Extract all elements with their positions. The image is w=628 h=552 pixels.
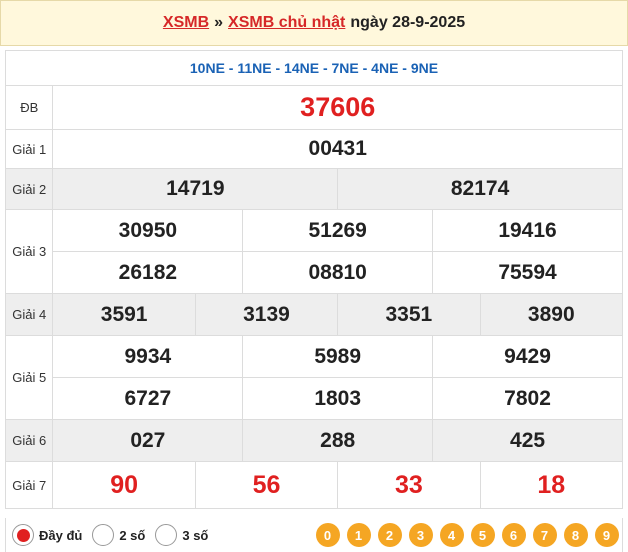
digit-button-5[interactable]: 5 bbox=[470, 523, 495, 547]
prize-number: 3139 bbox=[194, 293, 339, 336]
breadcrumb-separator: » bbox=[214, 14, 224, 31]
draw-date: ngày 28-9-2025 bbox=[350, 14, 466, 31]
digit-button-8[interactable]: 8 bbox=[563, 523, 588, 547]
prize-number: 56 bbox=[194, 461, 339, 509]
prize-number: 26182 bbox=[52, 251, 244, 294]
prize-number: 19416 bbox=[432, 209, 623, 252]
prize-label: Giải 3 bbox=[4, 209, 54, 294]
xsmb-results-page: XSMB » XSMB chủ nhật ngày 28-9-2025 10NE… bbox=[0, 0, 628, 552]
option-label: Đầy đủ bbox=[39, 527, 83, 543]
prize-number: 14719 bbox=[52, 168, 339, 210]
prize-number: 00431 bbox=[52, 129, 623, 169]
prize-number: 3890 bbox=[479, 293, 624, 336]
digit-filter: 0 1 2 3 4 5 6 7 8 9 bbox=[312, 523, 622, 547]
prize-number: 9934 bbox=[52, 335, 244, 378]
option-3-digits[interactable]: 3 số bbox=[155, 524, 208, 546]
digit-button-6[interactable]: 6 bbox=[501, 523, 526, 547]
xsmb-link[interactable]: XSMB bbox=[163, 14, 209, 32]
prize-row-g7: Giải 7 90 56 33 18 bbox=[4, 461, 624, 509]
codes-row: 10NE - 11NE - 14NE - 7NE - 4NE - 9NE bbox=[5, 50, 623, 86]
digit-button-3[interactable]: 3 bbox=[408, 523, 433, 547]
radio-icon[interactable] bbox=[155, 524, 178, 546]
prize-number: 30950 bbox=[52, 209, 244, 252]
option-full[interactable]: Đầy đủ bbox=[12, 524, 82, 546]
prize-number: 425 bbox=[432, 419, 623, 462]
digit-button-2[interactable]: 2 bbox=[377, 523, 402, 547]
prize-row-g5: Giải 5 9934 5989 9429 bbox=[4, 335, 623, 420]
digit-button-0[interactable]: 0 bbox=[315, 523, 340, 547]
prize-row-g3-b: 26182 08810 75594 bbox=[6, 251, 623, 294]
prize-row-g6: Giải 6 027 288 425 bbox=[4, 419, 623, 462]
xsmb-sunday-link[interactable]: XSMB chủ nhật bbox=[228, 14, 345, 32]
prize-number: 3591 bbox=[52, 293, 196, 336]
digit-button-1[interactable]: 1 bbox=[346, 523, 371, 547]
option-label: 2 số bbox=[119, 527, 146, 543]
prize-number: 1803 bbox=[242, 377, 434, 420]
prize-row-g3: Giải 3 30950 51269 19416 bbox=[4, 209, 623, 294]
prize-row-db: ĐB 37606 bbox=[4, 85, 623, 130]
digit-button-4[interactable]: 4 bbox=[439, 523, 464, 547]
digit-button-9[interactable]: 9 bbox=[594, 523, 619, 547]
prize-row-g1: Giải 1 00431 bbox=[4, 129, 623, 169]
prize-label: Giải 4 bbox=[4, 293, 54, 336]
prize-label: ĐB bbox=[4, 85, 54, 130]
option-label: 3 số bbox=[182, 527, 209, 543]
prize-number: 6727 bbox=[52, 377, 244, 420]
prize-row-g2: Giải 2 14719 82174 bbox=[4, 168, 623, 210]
digit-button-7[interactable]: 7 bbox=[532, 523, 557, 547]
prize-label: Giải 5 bbox=[4, 335, 54, 420]
prize-number: 5989 bbox=[242, 335, 434, 378]
radio-icon[interactable] bbox=[92, 524, 115, 546]
prize-number: 3351 bbox=[337, 293, 481, 336]
results-table: 10NE - 11NE - 14NE - 7NE - 4NE - 9NE ĐB … bbox=[4, 50, 624, 509]
special-prize-number: 37606 bbox=[52, 85, 623, 130]
prize-number: 75594 bbox=[432, 251, 623, 294]
prize-number: 51269 bbox=[242, 209, 434, 252]
prize-row-g5-b: 6727 1803 7802 bbox=[6, 377, 623, 420]
prize-number: 18 bbox=[479, 461, 624, 509]
prize-number: 08810 bbox=[242, 251, 434, 294]
prize-label: Giải 6 bbox=[4, 419, 54, 462]
prize-label: Giải 2 bbox=[4, 168, 54, 210]
results-header: XSMB » XSMB chủ nhật ngày 28-9-2025 bbox=[0, 0, 628, 46]
prize-number: 90 bbox=[52, 461, 196, 509]
prize-number: 7802 bbox=[432, 377, 623, 420]
prize-number: 33 bbox=[337, 461, 481, 509]
prize-number: 82174 bbox=[337, 168, 623, 210]
radio-selected-icon[interactable] bbox=[12, 524, 34, 546]
prize-row-g4: Giải 4 3591 3139 3351 3890 bbox=[4, 293, 624, 336]
prize-number: 9429 bbox=[432, 335, 623, 378]
prize-label: Giải 7 bbox=[4, 461, 54, 509]
prize-number: 288 bbox=[242, 419, 434, 462]
option-2-digits[interactable]: 2 số bbox=[92, 524, 145, 546]
draw-codes: 10NE - 11NE - 14NE - 7NE - 4NE - 9NE bbox=[5, 50, 623, 86]
prize-label: Giải 1 bbox=[4, 129, 54, 169]
prize-number: 027 bbox=[52, 419, 244, 462]
display-options-bar: Đầy đủ 2 số 3 số 0 1 2 3 4 5 6 7 8 9 bbox=[5, 518, 623, 552]
